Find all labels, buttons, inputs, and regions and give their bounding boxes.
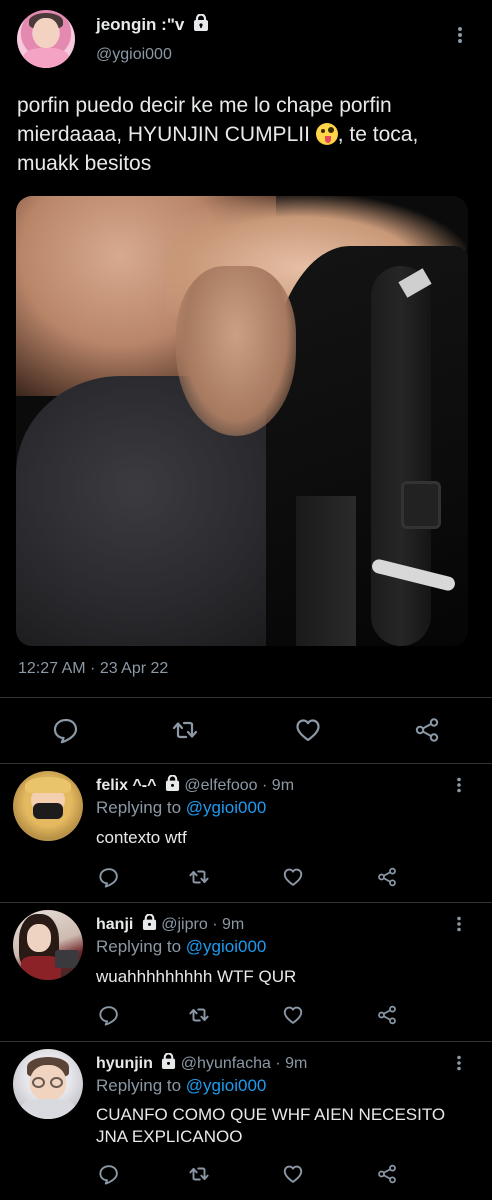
heart-icon[interactable] <box>282 1004 304 1026</box>
lock-icon <box>142 913 157 935</box>
heart-icon[interactable] <box>294 716 322 744</box>
replying-to: Replying to @ygioi000 <box>96 798 266 818</box>
reply-avatar[interactable] <box>13 1049 83 1119</box>
reply-header: hyunjin @hyunfacha · 9m <box>96 1052 308 1074</box>
replying-to: Replying to @ygioi000 <box>96 937 266 957</box>
reply-header: hanji @jipro · 9m <box>96 913 245 935</box>
author-avatar[interactable] <box>17 10 75 68</box>
retweet-icon[interactable] <box>188 1004 210 1026</box>
lock-icon <box>193 13 209 36</box>
reply-text: contexto wtf <box>96 828 187 847</box>
tweet-text: porfin puedo decir ke me lo chape porfin… <box>17 91 477 178</box>
share-icon[interactable] <box>376 1004 398 1026</box>
reply-avatar[interactable] <box>13 910 83 980</box>
replying-to: Replying to @ygioi000 <box>96 1076 266 1096</box>
lock-icon <box>165 774 180 796</box>
replying-mention[interactable]: @ygioi000 <box>186 798 267 817</box>
reply-handle[interactable]: @hyunfacha <box>181 1055 271 1072</box>
more-icon[interactable] <box>455 777 463 798</box>
reply-text: wuahhhhhhhhh WTF QUR <box>96 967 297 986</box>
reply-icon[interactable] <box>98 1004 120 1026</box>
replying-label: Replying to <box>96 798 182 817</box>
replying-mention[interactable]: @ygioi000 <box>186 937 267 956</box>
reply-avatar[interactable] <box>13 771 83 841</box>
more-icon[interactable] <box>455 916 463 937</box>
share-icon[interactable] <box>413 716 441 744</box>
reply-time: · 9m <box>262 777 295 794</box>
share-icon[interactable] <box>376 866 398 888</box>
divider <box>0 697 492 698</box>
reply-icon[interactable] <box>52 716 80 744</box>
replying-label: Replying to <box>96 937 182 956</box>
heart-icon[interactable] <box>282 1163 304 1185</box>
reply-time: · 9m <box>212 916 245 933</box>
divider <box>0 763 492 764</box>
author-name-row[interactable]: jeongin :"v <box>96 13 209 36</box>
tweet-photo[interactable] <box>16 196 468 646</box>
retweet-icon[interactable] <box>188 866 210 888</box>
reply-display-name[interactable]: felix ^-^ <box>96 777 156 794</box>
reply-time: · 9m <box>275 1055 308 1072</box>
reply-handle[interactable]: @elfefooo <box>184 777 257 794</box>
lock-icon <box>161 1052 176 1074</box>
reply-display-name[interactable]: hanji <box>96 916 133 933</box>
author-display-name[interactable]: jeongin :"v <box>96 15 184 34</box>
tweet-timestamp[interactable]: 12:27 AM · 23 Apr 22 <box>18 660 168 678</box>
more-icon[interactable] <box>455 26 465 49</box>
more-icon[interactable] <box>455 1055 463 1076</box>
reply-icon[interactable] <box>98 866 120 888</box>
reply-text: CUANFO COMO QUE WHF AIEN NECESITO JNA EX… <box>96 1105 446 1146</box>
heart-icon[interactable] <box>282 866 304 888</box>
replying-mention[interactable]: @ygioi000 <box>186 1076 267 1095</box>
share-icon[interactable] <box>376 1163 398 1185</box>
reply-icon[interactable] <box>98 1163 120 1185</box>
divider <box>0 1041 492 1042</box>
zany-face-emoji <box>315 123 338 145</box>
divider <box>0 902 492 903</box>
replying-label: Replying to <box>96 1076 182 1095</box>
retweet-icon[interactable] <box>171 716 199 744</box>
reply-display-name[interactable]: hyunjin <box>96 1055 153 1072</box>
reply-header: felix ^-^ @elfefooo · 9m <box>96 774 295 796</box>
author-handle[interactable]: @ygioi000 <box>96 46 172 64</box>
retweet-icon[interactable] <box>188 1163 210 1185</box>
reply-handle[interactable]: @jipro <box>161 916 207 933</box>
